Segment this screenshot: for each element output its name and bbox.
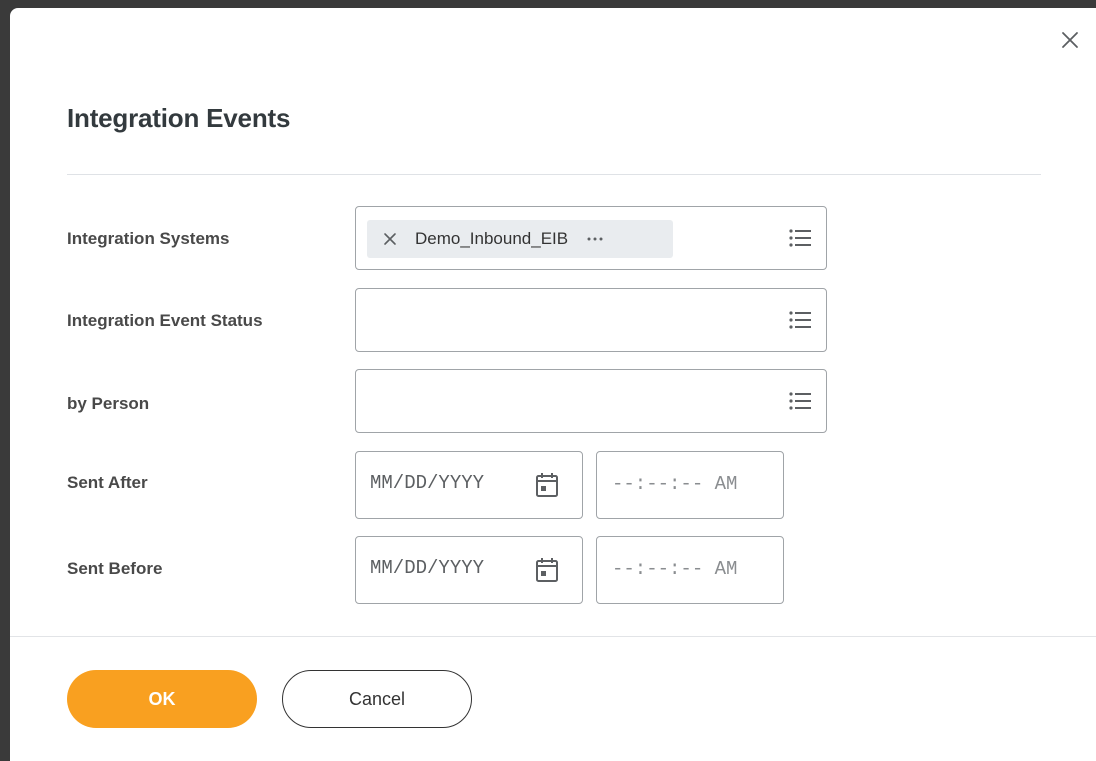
list-icon[interactable] <box>788 227 812 249</box>
sent-after-time-input[interactable]: --:--:-- AM <box>596 451 784 519</box>
sent-before-time-input[interactable]: --:--:-- AM <box>596 536 784 604</box>
integration-systems-label: Integration Systems <box>67 229 230 248</box>
header-divider <box>67 174 1041 175</box>
sent-before-date-placeholder: MM/DD/YYYY <box>370 557 485 579</box>
cancel-button[interactable]: Cancel <box>282 670 472 728</box>
integration-event-status-field[interactable] <box>355 288 827 352</box>
close-icon[interactable] <box>1058 28 1082 52</box>
by-person-field[interactable] <box>355 369 827 433</box>
sent-before-time-placeholder: --:--:-- AM <box>612 558 738 580</box>
integration-systems-field[interactable]: Demo_Inbound_EIB <box>355 206 827 270</box>
selected-item-label: Demo_Inbound_EIB <box>415 229 569 248</box>
sent-before-date-input[interactable]: MM/DD/YYYY <box>355 536 583 604</box>
integration-event-status-label: Integration Event Status <box>67 311 263 330</box>
calendar-icon[interactable] <box>534 556 560 584</box>
dialog-title: Integration Events <box>67 103 291 133</box>
sent-after-time-placeholder: --:--:-- AM <box>612 473 738 495</box>
list-icon[interactable] <box>788 390 812 412</box>
sent-after-label: Sent After <box>67 473 148 492</box>
calendar-icon[interactable] <box>534 471 560 499</box>
x-icon[interactable] <box>383 232 397 246</box>
sent-after-date-input[interactable]: MM/DD/YYYY <box>355 451 583 519</box>
footer-divider <box>10 636 1096 637</box>
by-person-label: by Person <box>67 394 150 413</box>
list-icon[interactable] <box>788 309 812 331</box>
close-button[interactable] <box>1058 28 1082 52</box>
sent-after-date-placeholder: MM/DD/YYYY <box>370 472 485 494</box>
ok-button[interactable]: OK <box>67 670 257 728</box>
integration-events-dialog: Integration Events Integration Systems D… <box>10 8 1096 761</box>
selected-item-pill[interactable]: Demo_Inbound_EIB <box>367 220 673 258</box>
ellipsis-icon[interactable] <box>586 236 604 242</box>
sent-before-label: Sent Before <box>67 559 163 578</box>
